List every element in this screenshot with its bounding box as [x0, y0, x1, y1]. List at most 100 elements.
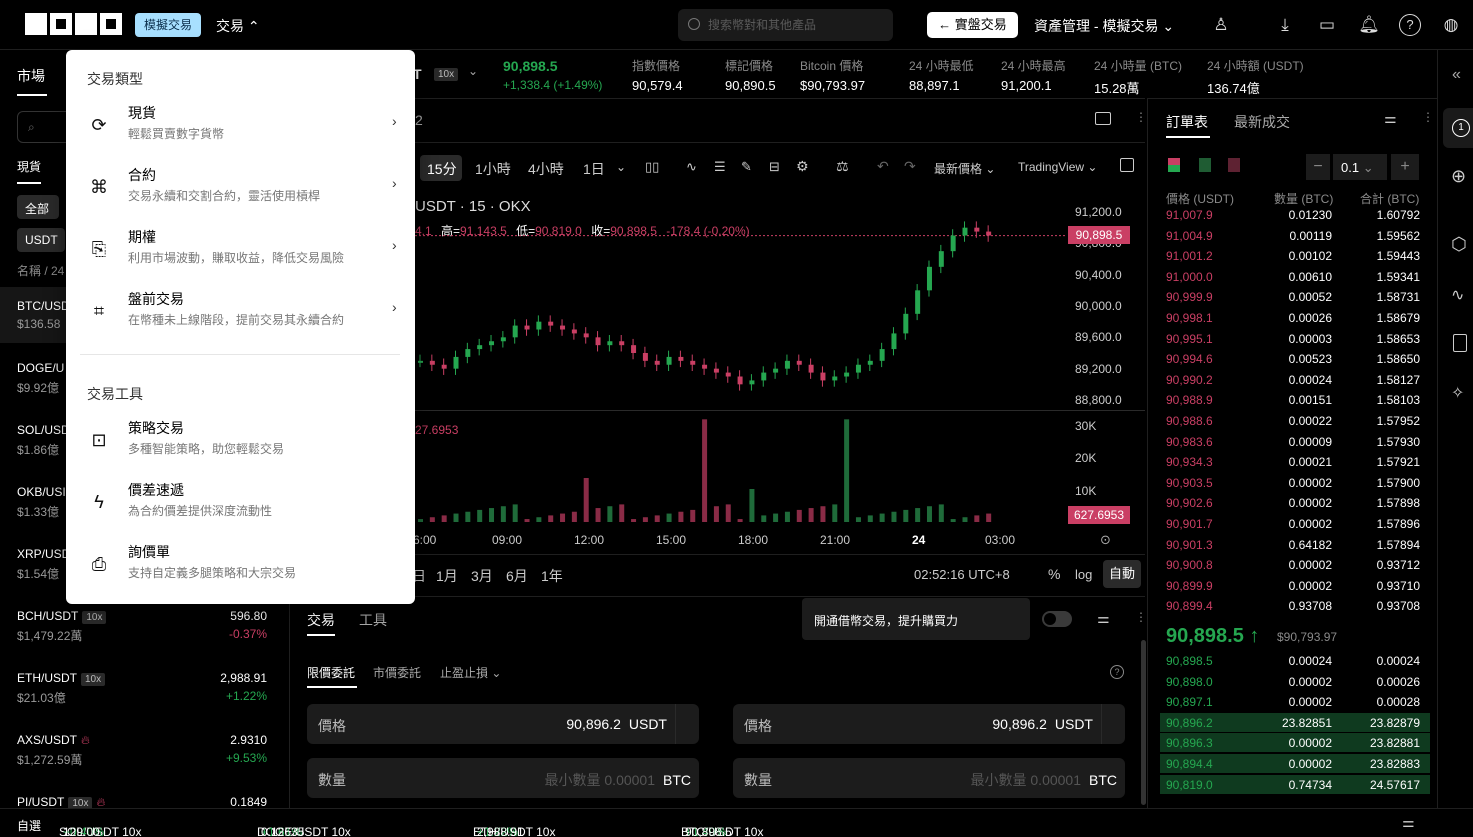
indicator-icon[interactable]: ∿ — [686, 159, 697, 175]
balance-icon[interactable]: ⚖ — [836, 158, 849, 175]
sidebar-pair-row[interactable]: AXS/USDT 🔥︎ — [17, 733, 90, 748]
candle-type-icon[interactable]: ▯▯ — [645, 159, 659, 175]
sidebar-pair-row[interactable]: ETH/USDT 10x — [17, 671, 106, 686]
sidebar-pair-symbol[interactable]: XRP/USD — [17, 547, 70, 561]
menu-item-spread[interactable]: ϟ 價差速遞 為合約價差提供深度流動性 — [66, 478, 415, 534]
add-panel-icon[interactable]: ⊕ — [1451, 166, 1466, 187]
order-type-limit[interactable]: 限價委託 — [307, 664, 355, 681]
orderbook-ask-row[interactable]: 91,001.2 0.00102 1.59443 — [1166, 249, 1426, 269]
market-title[interactable]: 市場 — [17, 66, 45, 86]
tradingview-select[interactable]: TradingView ⌄ — [1018, 160, 1097, 174]
tab-orderbook[interactable]: 訂單表 — [1166, 112, 1208, 132]
orderbook-ask-row[interactable]: 90,901.3 0.64182 1.57894 — [1166, 538, 1426, 558]
menu-item-options[interactable]: ⎘ 期權 利用市場波動，賺取收益，降低交易風險 › — [66, 225, 415, 281]
range-3[interactable]: 6月 — [506, 566, 528, 586]
interval-3[interactable]: 1日 — [583, 159, 605, 179]
orderbook-panel-icon[interactable]: 1 — [1452, 119, 1470, 137]
message-icon[interactable]: ▭ — [1316, 14, 1338, 36]
menu-item-futures[interactable]: ⌘ 合約 交易永續和交割合約，靈活使用槓桿 › — [66, 163, 415, 219]
demo-trading-badge[interactable]: 模擬交易 — [135, 13, 202, 37]
margin-toggle[interactable] — [1042, 611, 1072, 627]
collapse-icon[interactable]: « — [1452, 66, 1461, 84]
redo-icon[interactable]: ↷ — [904, 158, 916, 175]
orderbook-ask-row[interactable]: 90,934.3 0.00021 1.57921 — [1166, 455, 1426, 475]
list-icon[interactable]: ☰ — [714, 159, 726, 175]
orderbook-ask-row[interactable]: 90,899.9 0.00002 0.93710 — [1166, 579, 1426, 599]
menu-item-bots[interactable]: ⊡ 策略交易 多種智能策略，助您輕鬆交易 — [66, 416, 415, 472]
orderbook-ask-row[interactable]: 90,988.6 0.00022 1.57952 — [1166, 414, 1426, 434]
orderbook-ask-row[interactable]: 91,004.9 0.00119 1.59562 — [1166, 229, 1426, 249]
range-2[interactable]: 3月 — [471, 566, 493, 586]
order-type-market[interactable]: 市價委託 — [373, 664, 421, 681]
orderbook-ask-row[interactable]: 90,902.6 0.00002 1.57898 — [1166, 496, 1426, 516]
sell-price-field[interactable]: 價格 90,896.2 USDT — [733, 704, 1125, 744]
step-minus-button[interactable]: − — [1306, 154, 1330, 180]
candlestick-chart[interactable] — [415, 198, 1065, 548]
sidebar-pair-symbol[interactable]: SOL/USD — [17, 423, 70, 437]
price-type-select[interactable]: 最新價格 ⌄ — [934, 160, 995, 177]
real-trading-button[interactable]: ← 實盤交易 — [927, 12, 1018, 38]
bottom-settings-icon[interactable]: ⚌ — [1402, 814, 1415, 831]
orderbook-ask-row[interactable]: 91,007.9 0.01230 1.60792 — [1166, 208, 1426, 228]
step-select[interactable]: 0.1 ⌄ — [1333, 154, 1387, 180]
interval-dropdown-icon[interactable]: ⌄ — [616, 160, 626, 174]
template-icon[interactable]: ⊟ — [769, 159, 780, 175]
filter-usdt[interactable]: USDT — [17, 228, 65, 252]
tab-trade[interactable]: 交易 — [307, 610, 335, 630]
menu-item-rfq[interactable]: ⎙ 詢價單 支持自定義多腿策略和大宗交易 — [66, 540, 415, 596]
help-icon[interactable]: ? — [1399, 14, 1421, 36]
menu-item-spot[interactable]: ⟳ 現貨 輕鬆買賣數字貨幣 › — [66, 101, 415, 157]
undo-icon[interactable]: ↶ — [877, 158, 889, 175]
chart-settings-icon[interactable]: ⊙ — [1100, 532, 1111, 548]
compass-icon[interactable]: ✧ — [1451, 383, 1464, 403]
hexagon-icon[interactable]: ⬡ — [1451, 234, 1467, 255]
info-icon[interactable]: ? — [1110, 665, 1124, 679]
draw-icon[interactable]: ✎ — [741, 159, 752, 175]
bell-icon[interactable]: 🔔︎ — [1358, 14, 1380, 36]
orderbook-bid-row[interactable]: 90,898.0 0.00002 0.00026 — [1166, 675, 1426, 695]
trade-more-icon[interactable]: ⋮ — [1135, 610, 1147, 624]
sell-price-stepper[interactable] — [1101, 704, 1125, 744]
sell-qty-field[interactable]: 數量 最小數量 0.00001 BTC — [733, 758, 1125, 798]
trade-menu[interactable]: 交易 ⌃ — [216, 16, 260, 36]
sidebar-pair-symbol[interactable]: BTC/USD — [17, 299, 70, 313]
fullscreen-panel-icon[interactable] — [1095, 112, 1111, 125]
expand-icon[interactable] — [1120, 158, 1134, 172]
orderbook-bid-row[interactable]: 90,819.0 0.74734 24.57617 — [1166, 778, 1426, 798]
orderbook-ask-row[interactable]: 90,999.9 0.00052 1.58731 — [1166, 290, 1426, 310]
range-1[interactable]: 1月 — [436, 566, 458, 586]
orderbook-ask-row[interactable]: 90,994.6 0.00523 1.58650 — [1166, 352, 1426, 372]
orderbook-bid-row[interactable]: 90,898.5 0.00024 0.00024 — [1166, 654, 1426, 674]
interval-2[interactable]: 4小時 — [528, 159, 564, 179]
pair-chevron-icon[interactable]: ⌄ — [468, 64, 478, 78]
trade-settings-icon[interactable]: ⚌ — [1097, 610, 1110, 627]
user-icon[interactable]: ♙ — [1210, 14, 1232, 36]
ob-more-icon[interactable]: ⋮ — [1422, 110, 1434, 124]
log-toggle[interactable]: log — [1075, 567, 1092, 582]
orderbook-ask-row[interactable]: 90,995.1 0.00003 1.58653 — [1166, 332, 1426, 352]
interval-1[interactable]: 1小時 — [475, 159, 511, 179]
tab-spot[interactable]: 現貨 — [17, 158, 41, 175]
sidebar-pair-row[interactable]: BCH/USDT 10x — [17, 609, 107, 624]
buy-price-stepper[interactable] — [675, 704, 699, 744]
tab-tools[interactable]: 工具 — [359, 610, 387, 630]
search-input[interactable]: 搜索幣對和其他產品 — [678, 9, 893, 41]
interval-0[interactable]: 15分 — [427, 159, 457, 179]
trade-scrollbar[interactable] — [1141, 640, 1146, 805]
sliders-icon[interactable]: ⚌ — [1384, 110, 1397, 127]
buy-qty-field[interactable]: 數量 最小數量 0.00001 BTC — [307, 758, 699, 798]
document-icon[interactable] — [1453, 334, 1467, 352]
more-icon[interactable]: ⋮ — [1135, 110, 1147, 124]
settings-icon[interactable]: ⚙ — [796, 158, 809, 175]
buy-price-field[interactable]: 價格 90,896.2 USDT — [307, 704, 699, 744]
tab-recent-trades[interactable]: 最新成交 — [1234, 112, 1290, 132]
orderbook-ask-row[interactable]: 90,983.6 0.00009 1.57930 — [1166, 435, 1426, 455]
sidebar-pair-symbol[interactable]: OKB/USI — [17, 485, 66, 499]
order-type-tpsl[interactable]: 止盈止損 ⌄ — [440, 664, 501, 681]
sidebar-pair-symbol[interactable]: DOGE/U — [17, 361, 64, 375]
filter-all[interactable]: 全部 — [17, 195, 59, 219]
menu-item-premarket[interactable]: ⌗ 盤前交易 在幣種未上線階段，提前交易其永續合約 › — [66, 287, 415, 343]
step-plus-button[interactable]: + — [1391, 154, 1419, 180]
orderbook-ask-row[interactable]: 90,903.5 0.00002 1.57900 — [1166, 476, 1426, 496]
globe-icon[interactable]: ◍ — [1440, 14, 1462, 36]
